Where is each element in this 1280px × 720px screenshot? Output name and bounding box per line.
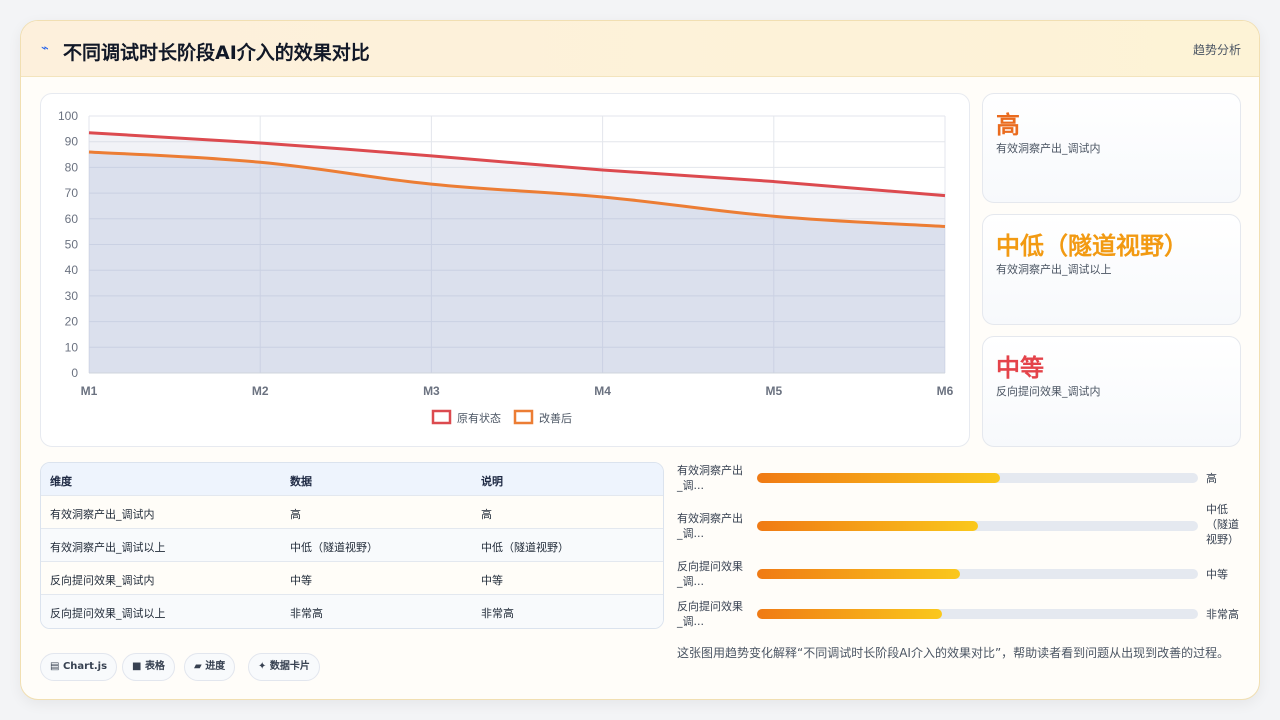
kpi-value: 中等 [996,354,1044,382]
table-cell: 有效洞察产出_调试以上 [50,541,166,554]
progress-track [757,569,1198,579]
table-cell: 非常高 [481,607,514,620]
progress-value: 非常高 [1206,608,1239,621]
chip-table[interactable]: ■ 表格 [122,653,175,681]
table-row: 有效洞察产出_调试以上 中低（隧道视野） 中低（隧道视野） [41,529,663,562]
progress-label: 有效洞察产出 _调... [677,464,743,492]
progress-track [757,609,1198,619]
table-cell: 有效洞察产出_调试内 [50,508,155,521]
kpi-card-1: 高 有效洞察产出_调试内 [982,93,1241,203]
legend-label: 原有状态 [457,411,501,425]
progress-value: 中等 [1206,568,1228,581]
kpi-card-3: 中等 反向提问效果_调试内 [982,336,1241,447]
progress-track [757,473,1198,483]
card-header: ⌁ 不同调试时长阶段AI介入的效果对比 趋势分析 [21,21,1259,77]
page-title: 不同调试时长阶段AI介入的效果对比 [63,42,370,64]
progress-label: 有效洞察产出 _调... [677,512,743,540]
table-cell: 高 [290,508,301,521]
kpi-value: 高 [996,111,1020,139]
y-tick-label: 30 [65,289,79,303]
table-row: 有效洞察产出_调试内 高 高 [41,496,663,529]
y-tick-label: 60 [65,212,79,226]
trend-analysis-link[interactable]: 趋势分析 [1193,41,1241,58]
progress-fill [757,473,1000,483]
area-chart: 0 10 20 30 40 50 60 70 80 90 100 M1 M2 M3 M4 M5 M6 原有状态 改善… [58,109,954,425]
chip-label: 数据卡片 [269,661,310,672]
y-tick-label: 90 [65,135,79,149]
chip-data-card[interactable]: ✦ 数据卡片 [248,653,320,681]
kpi-label: 有效洞察产出_调试内 [996,142,1101,155]
progress-label: 反向提问效果 _调... [677,600,743,628]
y-tick-label: 20 [65,315,79,329]
progress-fill [757,569,960,579]
table-cell: 中低（隧道视野） [481,541,569,554]
table-cell: 非常高 [290,607,323,620]
progress-icon: ▰ [194,661,202,672]
chip-progress[interactable]: ▰ 进度 [184,653,236,681]
chart-icon: ▤ [50,661,60,672]
kpi-card-2: 中低（隧道视野） 有效洞察产出_调试以上 [982,214,1241,325]
kpi-label: 有效洞察产出_调试以上 [996,263,1112,276]
pulse-icon: ⌁ [41,41,49,56]
x-tick-label: M5 [765,384,782,398]
y-tick-label: 40 [65,263,79,277]
progress-value: 高 [1206,472,1217,485]
chip-chartjs[interactable]: ▤ Chart.js [40,653,118,681]
sparkle-icon: ✦ [258,661,267,672]
table-cell: 中低（隧道视野） [290,541,378,554]
y-tick-label: 100 [58,109,78,123]
table-icon: ■ [132,661,142,672]
x-tick-label: M3 [423,384,440,398]
x-tick-label: M4 [594,384,611,398]
progress-fill [757,609,943,619]
table-cell: 反向提问效果_调试以上 [50,607,166,620]
x-tick-label: M2 [252,384,269,398]
y-tick-label: 50 [65,238,79,252]
table-row: 反向提问效果_调试以上 非常高 非常高 [41,595,663,628]
chip-label: 表格 [144,661,165,672]
kpi-label: 反向提问效果_调试内 [996,385,1101,398]
column-header: 数据 [290,475,312,488]
progress-fill [757,521,978,531]
description-text: 这张图用趋势变化解释“不同调试时长阶段AI介入的效果对比”，帮助读者看到问题从出… [677,646,1230,660]
column-header: 说明 [481,475,503,488]
y-tick-label: 80 [65,160,79,174]
x-tick-label: M6 [937,384,954,398]
kpi-value: 中低（隧道视野） [996,232,1188,260]
chip-label: 进度 [205,661,226,672]
table-row: 反向提问效果_调试内 中等 中等 [41,562,663,595]
legend-swatch [431,409,452,425]
y-tick-label: 0 [71,366,78,380]
y-tick-label: 70 [65,186,79,200]
progress-label: 反向提问效果 _调... [677,560,743,588]
table-cell: 中等 [290,574,312,587]
progress-track [757,521,1198,531]
dashboard-card: ⌁ 不同调试时长阶段AI介入的效果对比 趋势分析 0 10 20 30 40 50 60 70… [20,20,1260,700]
progress-value: 中低 （隧道 视野） [1206,503,1239,546]
y-tick-label: 10 [65,340,79,354]
table-cell: 高 [481,508,492,521]
x-tick-label: M1 [81,384,98,398]
legend-swatch [513,409,534,425]
table-cell: 反向提问效果_调试内 [50,574,155,587]
data-table: 维度 数据 说明 有效洞察产出_调试内 高 高 有效洞察产出_调试以上 中低（隧… [40,462,664,629]
column-header: 维度 [50,475,72,488]
table-cell: 中等 [481,574,503,587]
table-header-row: 维度 数据 说明 [41,463,663,496]
legend-label: 改善后 [539,411,572,425]
chip-label: Chart.js [62,661,108,672]
chart-panel: 0 10 20 30 40 50 60 70 80 90 100 M1 M2 M3 M4 M5 M6 原有状态 改善… [40,93,970,447]
